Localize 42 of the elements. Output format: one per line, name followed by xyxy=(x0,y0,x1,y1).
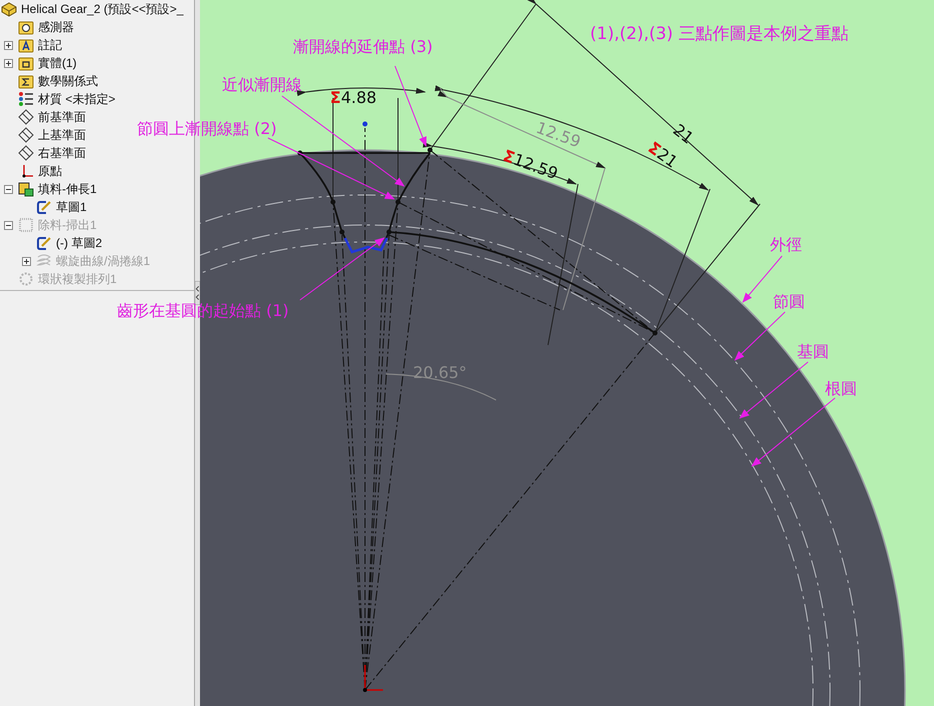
tree-item[interactable]: 前基準面 xyxy=(38,108,86,126)
callout-label: 漸開線的延伸點 (3) xyxy=(293,37,433,56)
equations-folder-icon xyxy=(18,73,34,89)
material-icon xyxy=(18,91,34,107)
extrude-icon xyxy=(18,181,34,197)
plane-icon xyxy=(18,145,34,161)
sketch-icon xyxy=(36,199,52,215)
callout-label: 外徑 xyxy=(770,235,802,254)
tree-item[interactable]: Helical Gear_2 (預設<<預設>_ xyxy=(21,0,184,18)
expander-icon[interactable] xyxy=(4,40,13,50)
callout-label: 根圓 xyxy=(825,379,857,398)
callout-label: 節圓上漸開線點 (2) xyxy=(137,119,277,138)
tree-item[interactable]: 原點 xyxy=(38,162,62,180)
tree-item[interactable]: 右基準面 xyxy=(38,144,86,162)
expander-icon[interactable] xyxy=(4,58,13,68)
tree-item[interactable]: 材質 <未指定> xyxy=(38,90,116,108)
sketch-icon xyxy=(36,235,52,251)
tree-item[interactable]: 上基準面 xyxy=(38,126,86,144)
part-icon xyxy=(1,1,17,17)
note-text: (1),(2),(3) 三點作圖是本例之重點 xyxy=(590,24,848,44)
plane-icon xyxy=(18,109,34,125)
origin-axes-icon xyxy=(363,664,384,692)
collapse-handle-icon[interactable] xyxy=(195,279,200,307)
tree-item[interactable]: 註記 xyxy=(38,36,62,54)
leader-line xyxy=(734,312,786,361)
pattern-icon xyxy=(18,271,34,287)
annotation-folder-icon xyxy=(18,37,34,53)
dimension-value[interactable]: Σ4.88 xyxy=(330,88,377,107)
leader-line xyxy=(739,362,808,419)
plane-icon xyxy=(18,127,34,143)
cut-icon xyxy=(18,217,34,233)
sensor-folder-icon xyxy=(18,19,34,35)
tree-item[interactable]: 感測器 xyxy=(38,18,74,36)
expander-icon[interactable] xyxy=(4,184,13,194)
callout-label: 近似漸開線 xyxy=(222,75,302,94)
callout-label: 節圓 xyxy=(773,292,805,311)
tree-item[interactable]: 實體(1) xyxy=(38,54,77,72)
tree-item[interactable]: 數學關係式 xyxy=(38,72,98,90)
tree-item[interactable]: 填料-伸長1 xyxy=(38,180,97,198)
callout-label: 基圓 xyxy=(797,342,829,361)
tree-item[interactable]: 草圖1 xyxy=(56,198,87,216)
bodies-folder-icon xyxy=(18,55,34,71)
